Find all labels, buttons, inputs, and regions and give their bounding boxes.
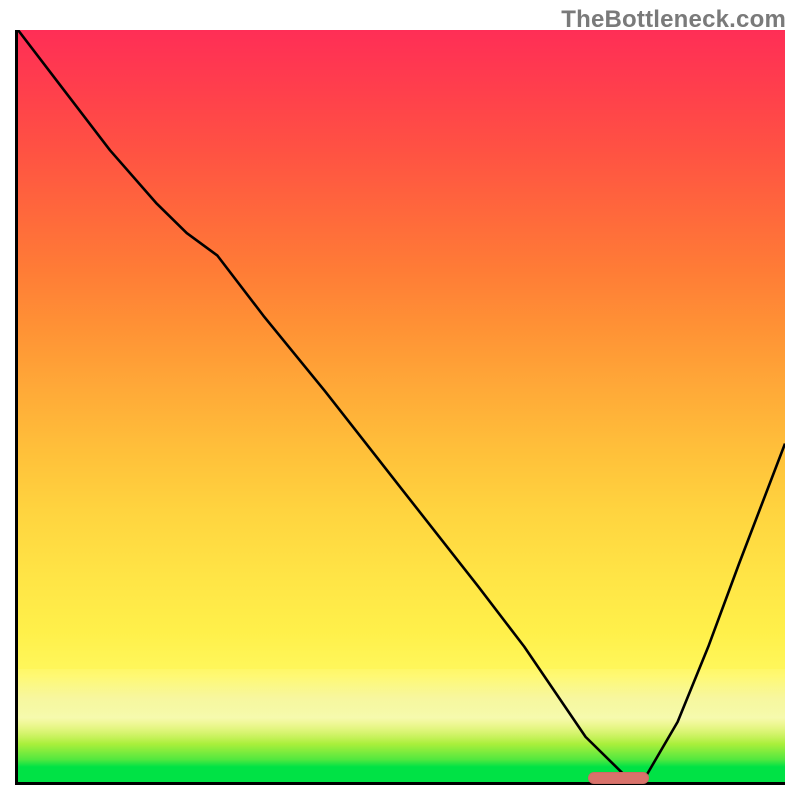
curve-path [18,30,785,775]
bottleneck-curve [18,30,785,782]
chart-canvas: TheBottleneck.com [0,0,800,800]
optimal-range-marker [588,772,650,784]
plot-area [15,30,785,785]
